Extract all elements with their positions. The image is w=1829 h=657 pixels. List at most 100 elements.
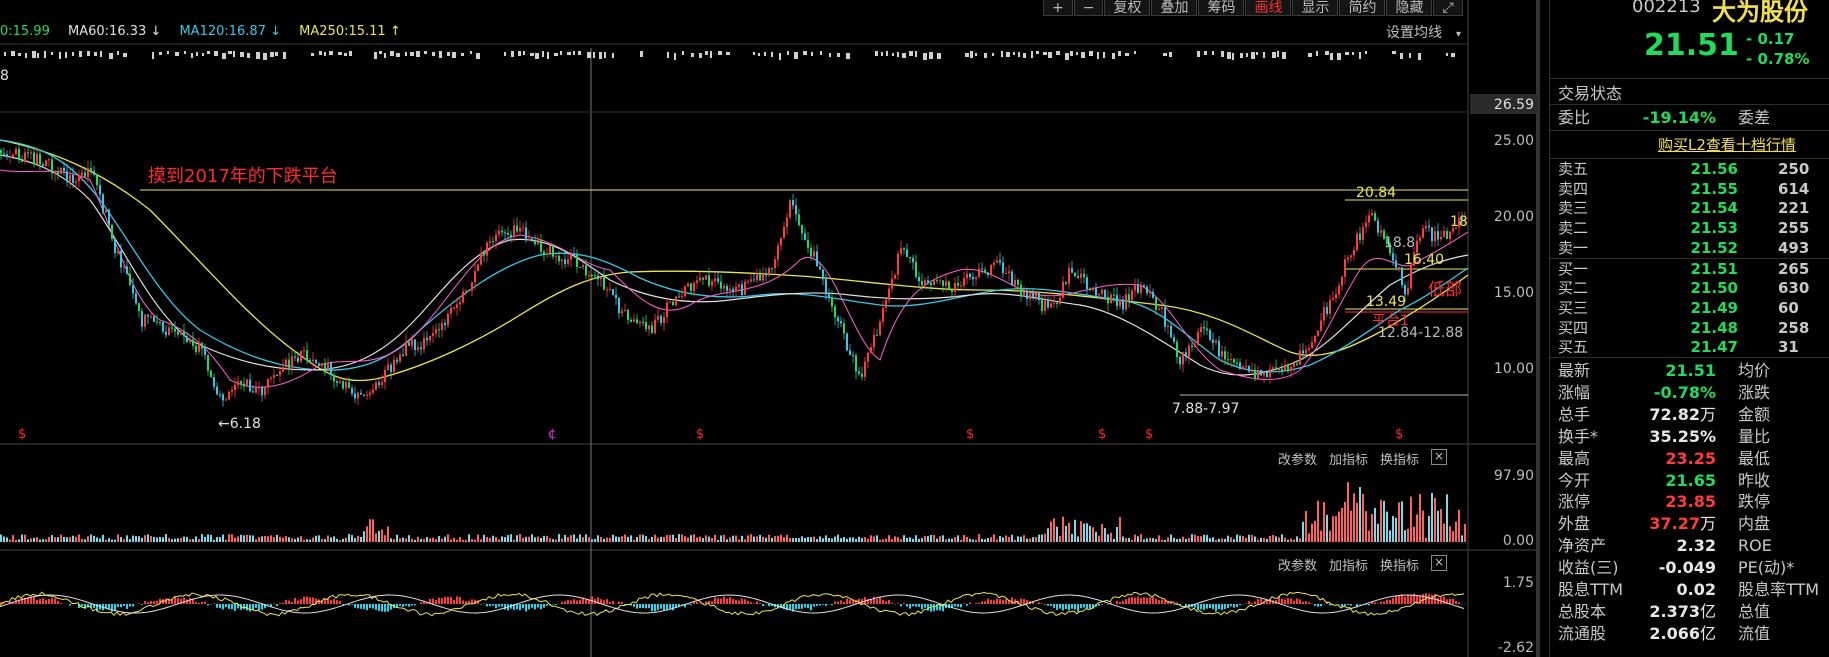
ask-row[interactable]: 卖五 21.56 250 (1558, 160, 1829, 179)
volume-close-icon[interactable]: × (1431, 449, 1448, 465)
volume-bar (1053, 518, 1055, 542)
macd-bar (399, 604, 401, 606)
volume-bar (735, 535, 737, 542)
overlay-button[interactable]: 叠加 (1151, 0, 1198, 16)
candle-body (1107, 297, 1109, 304)
order-volume: 60 (1778, 298, 1799, 317)
zoom-out-button[interactable]: − (1073, 0, 1104, 16)
event-marker[interactable]: $ (966, 427, 974, 442)
volume-bar (984, 539, 986, 542)
event-marker[interactable]: ¢ (548, 427, 556, 442)
volume-bar (363, 531, 365, 542)
candle-body (555, 255, 557, 257)
info-strip-glyph (1246, 53, 1248, 57)
candle-body (585, 265, 587, 276)
volume-bar (1353, 493, 1355, 542)
ask-row[interactable]: 卖四 21.55 614 (1558, 180, 1829, 199)
volume-add-indicator-button[interactable]: 加指标 (1329, 449, 1368, 468)
macd-bar (1350, 604, 1352, 606)
hide-button[interactable]: 隐藏 (1386, 0, 1433, 16)
candle-body (186, 336, 188, 343)
display-button[interactable]: 显示 (1292, 0, 1339, 16)
candle-body (249, 379, 251, 392)
volume-bar (993, 534, 995, 542)
volume-switch-indicator-button[interactable]: 换指标 (1380, 449, 1419, 468)
ask-row[interactable]: 卖一 21.52 493 (1558, 239, 1829, 258)
event-marker[interactable]: $ (1145, 427, 1153, 442)
volume-bar (1272, 534, 1274, 542)
candle-body (1137, 285, 1139, 293)
volume-bar (1443, 523, 1445, 542)
bid-row[interactable]: 买一 21.51 265 (1558, 260, 1829, 279)
dibu-annotation[interactable]: 低部 (1428, 280, 1462, 300)
volume-bar (1440, 509, 1442, 542)
macd-bar (1143, 597, 1145, 604)
candle-body (324, 363, 326, 370)
volume-bar (954, 537, 956, 542)
bid-row[interactable]: 买二 21.50 630 (1558, 279, 1829, 298)
macd-edit-params-button[interactable]: 改参数 (1278, 555, 1317, 574)
volume-bar (342, 538, 344, 542)
info-strip-glyph (152, 52, 154, 59)
macd-bar (411, 604, 413, 606)
ask-row[interactable]: 卖三 21.54 221 (1558, 199, 1829, 218)
l2-upgrade-link[interactable]: 购买L2查看十档行情 (1658, 134, 1796, 155)
chip-distribution-button[interactable]: 筹码 (1198, 0, 1245, 16)
volume-bar (21, 534, 23, 542)
candle-body (1395, 260, 1397, 268)
info-strip-glyph (718, 51, 722, 55)
candle-body (345, 382, 347, 389)
macd-close-icon[interactable]: × (1431, 555, 1448, 571)
expand-icon[interactable]: ⤢ (1433, 0, 1463, 16)
macd-bar (462, 600, 464, 604)
volume-bar (522, 537, 524, 542)
macd-bar (1134, 597, 1136, 604)
volume-bar (459, 537, 461, 542)
macd-add-indicator-button[interactable]: 加指标 (1329, 555, 1368, 574)
candle-body (597, 275, 599, 280)
draw-line-button[interactable]: 画线 (1245, 0, 1292, 16)
volume-bar (183, 536, 185, 542)
macd-bar (711, 601, 713, 604)
ma-settings-button[interactable]: 设置均线 (1386, 25, 1442, 41)
candle-body (1299, 350, 1301, 365)
event-marker[interactable]: $ (696, 427, 704, 442)
volume-edit-params-button[interactable]: 改参数 (1278, 449, 1317, 468)
volume-bar (579, 534, 581, 542)
macd-bar (579, 599, 581, 604)
volume-bar (696, 537, 698, 542)
candle-body (783, 226, 785, 238)
event-marker[interactable]: $ (18, 427, 26, 442)
event-marker[interactable]: $ (1395, 427, 1403, 442)
event-marker[interactable]: $ (1098, 427, 1106, 442)
candle-body (627, 309, 629, 320)
simple-mode-button[interactable]: 简约 (1339, 0, 1386, 16)
candle-body (672, 301, 674, 306)
bid-row[interactable]: 买五 21.47 31 (1558, 338, 1829, 357)
bid-row[interactable]: 买三 21.49 60 (1558, 299, 1829, 318)
macd-switch-indicator-button[interactable]: 换指标 (1380, 555, 1419, 574)
ask-row[interactable]: 卖二 21.53 255 (1558, 219, 1829, 238)
volume-bar (738, 539, 740, 542)
macd-bar (1053, 604, 1055, 608)
zoom-in-button[interactable]: + (1043, 0, 1073, 16)
chart-area[interactable]: 26.59 25.00 20.00 15.00 10.00 摸到2017年的下跌… (0, 0, 1544, 657)
volume-bar (87, 536, 89, 542)
macd-bar (1176, 602, 1178, 604)
candle-body (825, 279, 827, 295)
candle-body (399, 354, 401, 362)
fuquan-button[interactable]: 复权 (1104, 0, 1151, 16)
candle-body (939, 280, 941, 282)
platform-annotation[interactable]: 摸到2017年的下跌平台 (148, 166, 338, 187)
volume-bar (1293, 539, 1295, 542)
ma-settings-caret-icon[interactable]: ▾ (1456, 29, 1461, 40)
pingtai-annotation[interactable]: 平台1 (1372, 313, 1409, 329)
volume-bar (600, 536, 602, 542)
info-strip-glyph (1251, 52, 1255, 59)
volume-bar (990, 537, 992, 542)
volume-bar (219, 537, 221, 542)
candle-body (654, 319, 656, 334)
volume-bar (567, 537, 569, 542)
candle-body (1398, 267, 1400, 269)
bid-row[interactable]: 买四 21.48 258 (1558, 319, 1829, 338)
